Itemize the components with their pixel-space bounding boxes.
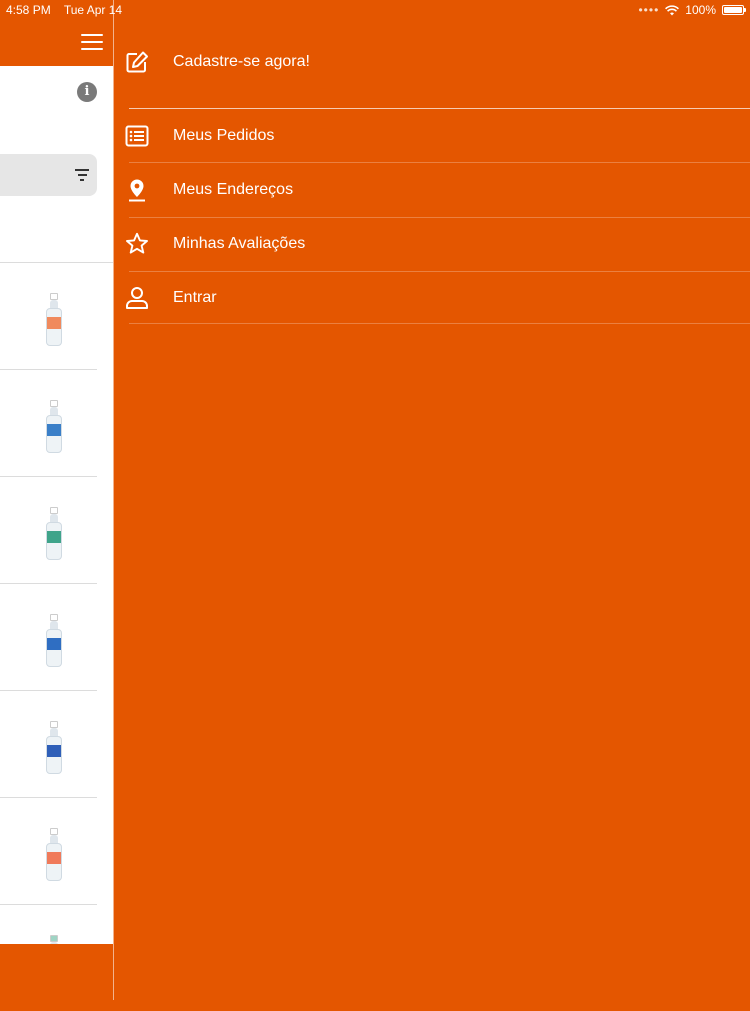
product-bottle-image (46, 293, 62, 346)
location-pin-icon (129, 179, 145, 202)
list-item[interactable] (0, 262, 113, 369)
drawer-item-label: Entrar (173, 289, 217, 306)
status-time: 4:58 PM (6, 3, 51, 17)
filter-icon[interactable] (75, 169, 89, 181)
drawer-item-orders[interactable]: Meus Pedidos (114, 118, 750, 154)
divider (129, 271, 750, 272)
product-list (0, 262, 113, 1011)
battery-icon (722, 5, 746, 15)
product-bottle-image (46, 721, 62, 774)
drawer-item-register[interactable]: Cadastre-se agora! (114, 44, 750, 80)
list-item[interactable] (0, 476, 97, 583)
divider (129, 323, 750, 324)
battery-percent: 100% (685, 3, 716, 17)
edit-icon (126, 51, 148, 73)
list-item[interactable] (0, 369, 97, 476)
signal-dots-icon: •••• (638, 3, 660, 17)
drawer-item-label: Minhas Avaliações (173, 235, 306, 252)
drawer-item-label: Meus Endereços (173, 181, 294, 198)
app-footer (0, 944, 113, 1000)
product-bottle-image (46, 828, 62, 881)
info-icon[interactable]: i (77, 82, 97, 102)
list-item[interactable] (0, 690, 97, 797)
divider (129, 217, 750, 218)
drawer-item-reviews[interactable]: Minhas Avaliações (114, 226, 750, 262)
product-bottle-image (46, 614, 62, 667)
search-filter-bar[interactable] (0, 154, 97, 196)
list-icon (125, 125, 149, 147)
list-item[interactable] (0, 797, 97, 904)
product-bottle-image (46, 400, 62, 453)
drawer-item-addresses[interactable]: Meus Endereços (114, 172, 750, 208)
drawer-item-label: Meus Pedidos (173, 127, 275, 144)
drawer-item-label: Cadastre-se agora! (173, 53, 310, 70)
background-app-panel: i (0, 0, 113, 1000)
status-bar: 4:58 PM Tue Apr 14 •••• 100% (0, 0, 750, 20)
wifi-icon (665, 4, 680, 15)
hamburger-menu-icon[interactable] (81, 34, 103, 50)
status-date: Tue Apr 14 (63, 3, 123, 17)
divider (129, 162, 750, 163)
divider (129, 108, 750, 109)
star-icon (126, 232, 148, 254)
list-item[interactable] (0, 583, 97, 690)
drawer-item-login[interactable]: Entrar (114, 280, 750, 316)
side-drawer: Cadastre-se agora! Meus Pedidos Meus End… (113, 0, 750, 1000)
user-icon (126, 287, 148, 309)
product-bottle-image (46, 507, 62, 560)
